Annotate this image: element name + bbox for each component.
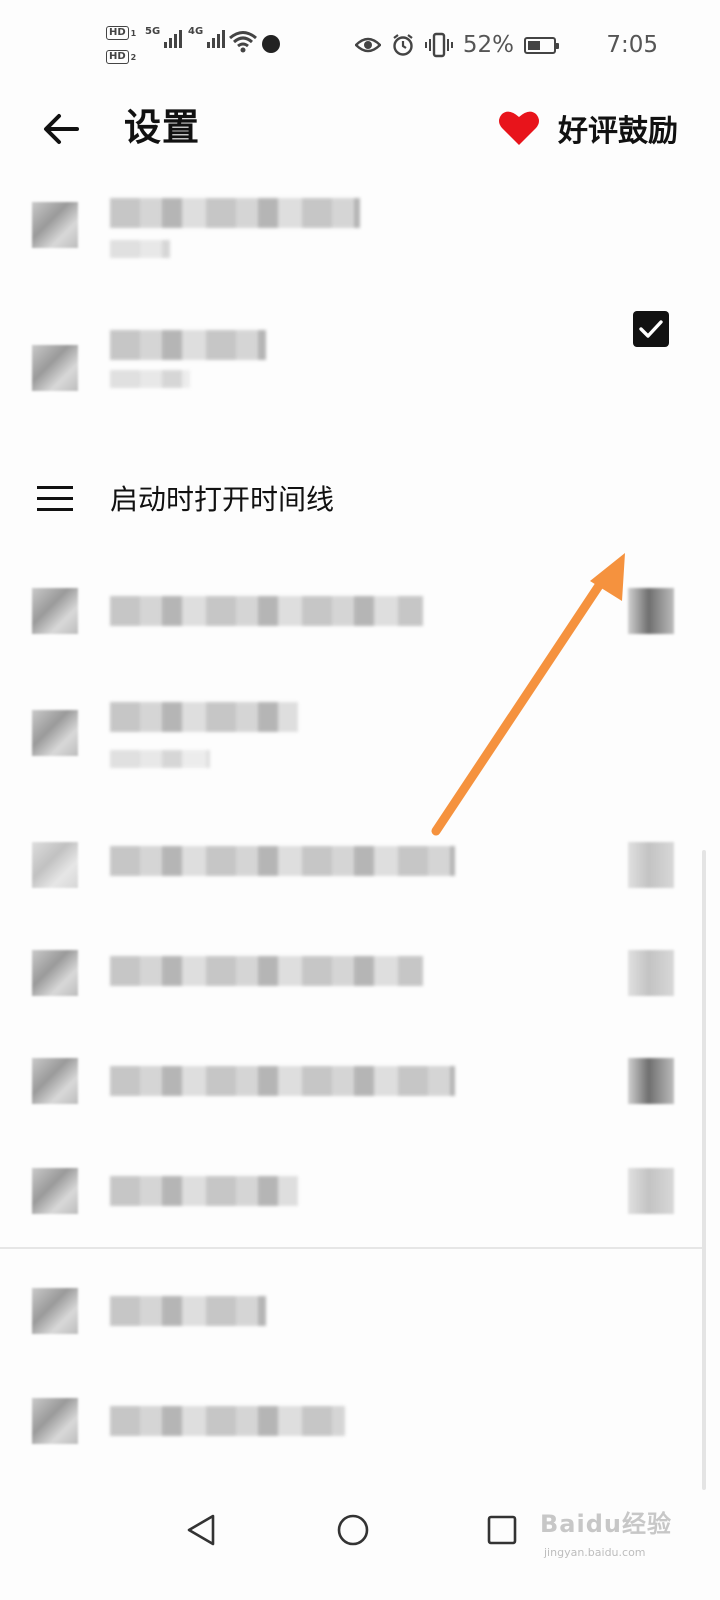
nav-back-button[interactable]	[178, 1506, 226, 1554]
recent-square-icon	[487, 1515, 517, 1545]
status-bar: HD 1 HD 2 5G 4G 52% 7:05	[0, 0, 720, 90]
battery-icon	[524, 36, 559, 54]
watermark-brand: Baidu经验	[540, 1510, 672, 1538]
redacted-subtitle	[110, 370, 190, 388]
redacted-checkbox[interactable]	[628, 950, 674, 996]
signal-icon: 5G	[145, 26, 183, 48]
redacted-icon	[32, 1168, 78, 1214]
settings-item-redacted[interactable]	[0, 180, 706, 270]
redacted-icon	[32, 1398, 78, 1444]
annotation-arrow-icon	[431, 553, 625, 836]
redacted-icon	[32, 710, 78, 756]
redacted-icon	[32, 1058, 78, 1104]
status-time: 7:05	[606, 32, 658, 58]
redacted-icon	[32, 202, 78, 248]
sim2-hd-indicator: HD 2	[106, 49, 138, 65]
open-timeline-label: 启动时打开时间线	[110, 483, 335, 516]
redacted-icon	[32, 842, 78, 888]
menu-icon	[37, 486, 73, 512]
back-triangle-icon	[187, 1514, 215, 1546]
settings-item-redacted[interactable]	[0, 320, 706, 410]
open-timeline-checkbox[interactable]	[633, 311, 669, 347]
redacted-checkbox[interactable]	[628, 842, 674, 888]
settings-item-open-timeline[interactable]: 启动时打开时间线	[0, 470, 706, 530]
redacted-icon	[32, 588, 78, 634]
wifi-icon	[229, 31, 257, 53]
status-right-group: 52%	[354, 28, 559, 62]
app-notification-icon	[262, 35, 280, 53]
section-divider	[0, 1247, 706, 1249]
battery-percent: 52%	[462, 32, 514, 58]
sim1-index: 1	[130, 28, 137, 38]
watermark-url: jingyan.baidu.com	[544, 1546, 646, 1559]
redacted-title	[110, 1066, 455, 1096]
settings-item-redacted[interactable]	[0, 1280, 706, 1340]
redacted-subtitle	[110, 240, 170, 258]
settings-item-redacted[interactable]	[0, 940, 706, 1000]
app-header: 设置 好评鼓励	[0, 90, 720, 170]
network1-label: 5G	[145, 26, 161, 37]
redacted-icon	[32, 1288, 78, 1334]
redacted-title	[110, 702, 298, 732]
redacted-icon	[32, 950, 78, 996]
rate-label: 好评鼓励	[558, 114, 678, 149]
settings-item-redacted[interactable]	[0, 1390, 706, 1450]
sim1-hd-indicator: HD 1	[106, 25, 138, 41]
settings-item-redacted[interactable]	[0, 1160, 706, 1220]
redacted-title	[110, 1296, 266, 1326]
redacted-icon	[32, 345, 78, 391]
sim2-hd-label: HD	[106, 50, 129, 64]
redacted-checkbox[interactable]	[628, 1058, 674, 1104]
sim2-index: 2	[130, 52, 137, 62]
sim1-hd-label: HD	[106, 26, 129, 40]
heart-icon	[499, 111, 539, 145]
checkmark-icon	[639, 320, 663, 338]
signal-icon: 4G	[188, 26, 226, 48]
vibrate-icon	[424, 32, 453, 58]
arrow-left-icon	[44, 114, 79, 144]
back-button[interactable]	[38, 106, 84, 152]
network2-label: 4G	[188, 26, 204, 37]
redacted-title	[110, 596, 423, 626]
nav-recent-button[interactable]	[478, 1506, 526, 1554]
nav-home-button[interactable]	[329, 1506, 377, 1554]
page-title: 设置	[124, 106, 200, 149]
rate-encourage-button[interactable]: 好评鼓励	[498, 100, 678, 156]
scrollbar[interactable]	[702, 850, 706, 1490]
redacted-subtitle	[110, 750, 210, 768]
redacted-title	[110, 1176, 298, 1206]
redacted-title	[110, 1406, 345, 1436]
redacted-title	[110, 846, 455, 876]
eye-icon	[354, 37, 381, 53]
redacted-title	[110, 956, 423, 986]
redacted-title	[110, 330, 266, 360]
redacted-checkbox[interactable]	[628, 1168, 674, 1214]
redacted-title	[110, 198, 360, 228]
baidu-watermark: Baidu经验 jingyan.baidu.com	[540, 1500, 710, 1570]
alarm-icon	[393, 34, 413, 56]
settings-item-redacted[interactable]	[0, 1050, 706, 1110]
home-circle-icon	[337, 1514, 369, 1546]
